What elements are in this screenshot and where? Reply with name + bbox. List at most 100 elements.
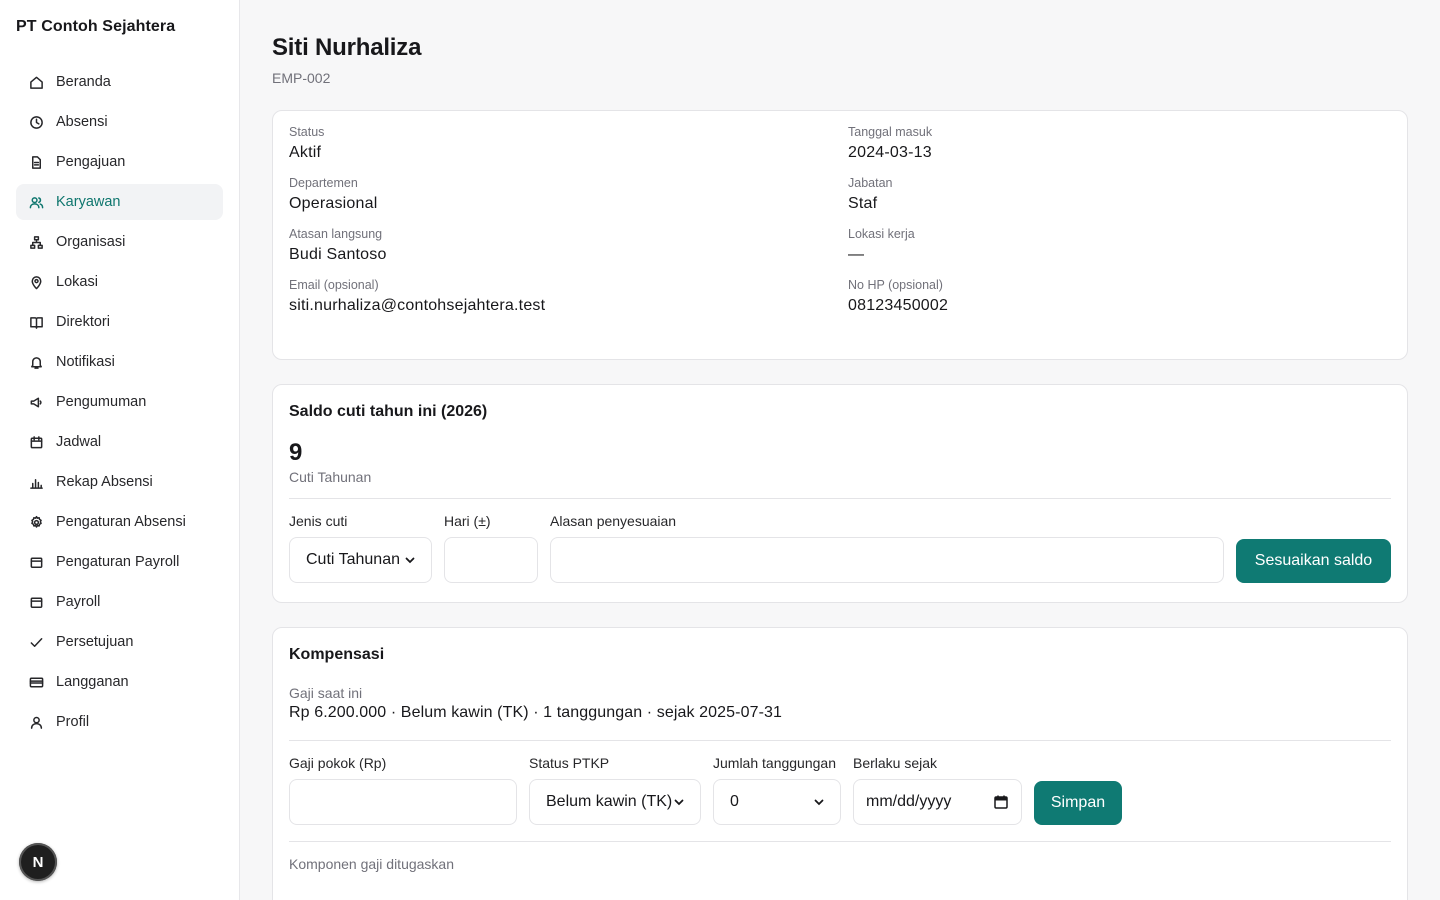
- sidebar-item-profil[interactable]: Profil: [16, 704, 223, 740]
- compensation-form: Gaji pokok (Rp) Status PTKP Belum kawin …: [289, 755, 1391, 825]
- bar-chart-icon: [28, 474, 44, 490]
- effective-date-label: Berlaku sejak: [853, 755, 938, 771]
- main-content: Siti Nurhaliza EMP-002 Status Aktif Tang…: [240, 0, 1440, 900]
- sidebar-item-label: Jadwal: [56, 434, 102, 450]
- chevron-down-icon: [674, 799, 684, 806]
- save-compensation-button[interactable]: Simpan: [1034, 781, 1122, 825]
- compensation-card: Kompensasi Gaji saat ini Rp 6.200.000 · …: [272, 627, 1408, 900]
- field-label: Status: [289, 125, 325, 139]
- sidebar-item-label: Profil: [56, 714, 90, 730]
- field-label: Email (opsional): [289, 278, 379, 292]
- sidebar-item-pengaturan-payroll[interactable]: Pengaturan Payroll: [16, 544, 223, 580]
- sidebar-item-pengumuman[interactable]: Pengumuman: [16, 384, 223, 420]
- base-salary-label: Gaji pokok (Rp): [289, 755, 387, 771]
- sidebar-item-beranda[interactable]: Beranda: [16, 64, 223, 100]
- effective-date-input[interactable]: mm/dd/yyyy: [853, 779, 1022, 825]
- leave-balance-title: Saldo cuti tahun ini (2026): [289, 403, 488, 420]
- sidebar-item-payroll[interactable]: Payroll: [16, 584, 223, 620]
- clock-icon: [28, 114, 44, 130]
- leave-balance-type: Cuti Tahunan: [289, 469, 372, 485]
- position-field: Jabatan Staf: [848, 176, 1391, 213]
- field-value: Aktif: [289, 144, 322, 161]
- email-field: Email (opsional) siti.nurhaliza@contohse…: [289, 278, 848, 315]
- sidebar-item-langganan[interactable]: Langganan: [16, 664, 223, 700]
- field-value: Staf: [848, 195, 878, 212]
- sidebar-item-absensi[interactable]: Absensi: [16, 104, 223, 140]
- dependents-select[interactable]: 0: [713, 779, 841, 825]
- sidebar-item-label: Beranda: [56, 74, 111, 90]
- leave-type-select[interactable]: Cuti Tahunan: [289, 537, 432, 583]
- wallet-icon: [28, 554, 44, 570]
- sidebar-item-label: Direktori: [56, 314, 110, 330]
- sidebar-item-label: Rekap Absensi: [56, 474, 153, 490]
- sidebar-item-lokasi[interactable]: Lokasi: [16, 264, 223, 300]
- current-salary-label: Gaji saat ini: [289, 685, 363, 701]
- field-label: Atasan langsung: [289, 227, 383, 241]
- calendar-icon[interactable]: [993, 794, 1009, 810]
- company-name: PT Contoh Sejahtera: [16, 18, 176, 35]
- compensation-title: Kompensasi: [289, 646, 385, 663]
- leave-type-group: Jenis cuti Cuti Tahunan: [289, 513, 432, 583]
- leave-reason-group: Alasan penyesuaian: [550, 513, 1224, 583]
- current-salary-value: Rp 6.200.000 · Belum kawin (TK) · 1 tang…: [289, 704, 782, 721]
- sidebar-item-label: Lokasi: [56, 274, 98, 290]
- sidebar-item-label: Organisasi: [56, 234, 126, 250]
- adjust-balance-button[interactable]: Sesuaikan saldo: [1236, 539, 1391, 583]
- work-location-field: Lokasi kerja —: [848, 227, 1391, 264]
- field-value: Operasional: [289, 195, 378, 212]
- sidebar-item-pengajuan[interactable]: Pengajuan: [16, 144, 223, 180]
- dependents-group: Jumlah tanggungan 0: [713, 755, 841, 825]
- sidebar-item-label: Persetujuan: [56, 634, 134, 650]
- assigned-components-label: Komponen gaji ditugaskan: [289, 856, 455, 872]
- sidebar-item-jadwal[interactable]: Jadwal: [16, 424, 223, 460]
- calendar-icon: [28, 434, 44, 450]
- field-value: 08123450002: [848, 297, 949, 314]
- field-label: Tanggal masuk: [848, 125, 933, 139]
- date-placeholder: mm/dd/yyyy: [866, 793, 952, 810]
- sidebar-item-label: Pengaturan Absensi: [56, 514, 186, 530]
- sidebar-item-organisasi[interactable]: Organisasi: [16, 224, 223, 260]
- base-salary-input[interactable]: [289, 779, 517, 825]
- employee-id: EMP-002: [272, 70, 331, 86]
- dev-badge-button[interactable]: N: [19, 843, 57, 881]
- sidebar-item-label: Absensi: [56, 114, 108, 130]
- leave-days-label: Hari (±): [444, 513, 491, 529]
- ptkp-select[interactable]: Belum kawin (TK): [529, 779, 701, 825]
- field-value: Budi Santoso: [289, 246, 387, 263]
- effective-date-group: Berlaku sejak mm/dd/yyyy: [853, 755, 1022, 825]
- sidebar-item-direktori[interactable]: Direktori: [16, 304, 223, 340]
- bell-icon: [28, 354, 44, 370]
- leave-days-group: Hari (±): [444, 513, 538, 583]
- sidebar-item-label: Pengumuman: [56, 394, 147, 410]
- field-value: 2024-03-13: [848, 144, 932, 161]
- ptkp-group: Status PTKP Belum kawin (TK): [529, 755, 701, 825]
- map-pin-icon: [28, 274, 44, 290]
- check-icon: [28, 634, 44, 650]
- join-date-field: Tanggal masuk 2024-03-13: [848, 125, 1391, 162]
- sidebar-item-notifikasi[interactable]: Notifikasi: [16, 344, 223, 380]
- gear-icon: [28, 514, 44, 530]
- sidebar-item-rekap-absensi[interactable]: Rekap Absensi: [16, 464, 223, 500]
- sidebar-item-persetujuan[interactable]: Persetujuan: [16, 624, 223, 660]
- sidebar-item-karyawan[interactable]: Karyawan: [16, 184, 223, 220]
- base-salary-group: Gaji pokok (Rp): [289, 755, 517, 825]
- select-value: Cuti Tahunan: [306, 551, 400, 568]
- field-label: Departemen: [289, 176, 358, 190]
- phone-field: No HP (opsional) 08123450002: [848, 278, 1391, 315]
- sidebar-item-label: Karyawan: [56, 194, 121, 210]
- leave-adjust-form: Jenis cuti Cuti Tahunan Hari (±) Alasan …: [289, 513, 1391, 583]
- field-label: No HP (opsional): [848, 278, 943, 292]
- field-label: Jabatan: [848, 176, 893, 190]
- sidebar-item-label: Pengaturan Payroll: [56, 554, 180, 570]
- leave-reason-input[interactable]: [550, 537, 1224, 583]
- employee-info-card: Status Aktif Tanggal masuk 2024-03-13 De…: [272, 110, 1408, 360]
- home-icon: [28, 74, 44, 90]
- leave-days-input[interactable]: [444, 537, 538, 583]
- sidebar-item-pengaturan-absensi[interactable]: Pengaturan Absensi: [16, 504, 223, 540]
- field-value: siti.nurhaliza@contohsejahtera.test: [289, 297, 546, 314]
- leave-balance-card: Saldo cuti tahun ini (2026) 9 Cuti Tahun…: [272, 384, 1408, 603]
- sidebar-nav: Beranda Absensi Pengajuan Karyawan Organ…: [16, 64, 223, 740]
- users-icon: [28, 194, 44, 210]
- select-value: Belum kawin (TK): [546, 793, 673, 810]
- chevron-down-icon: [814, 799, 824, 806]
